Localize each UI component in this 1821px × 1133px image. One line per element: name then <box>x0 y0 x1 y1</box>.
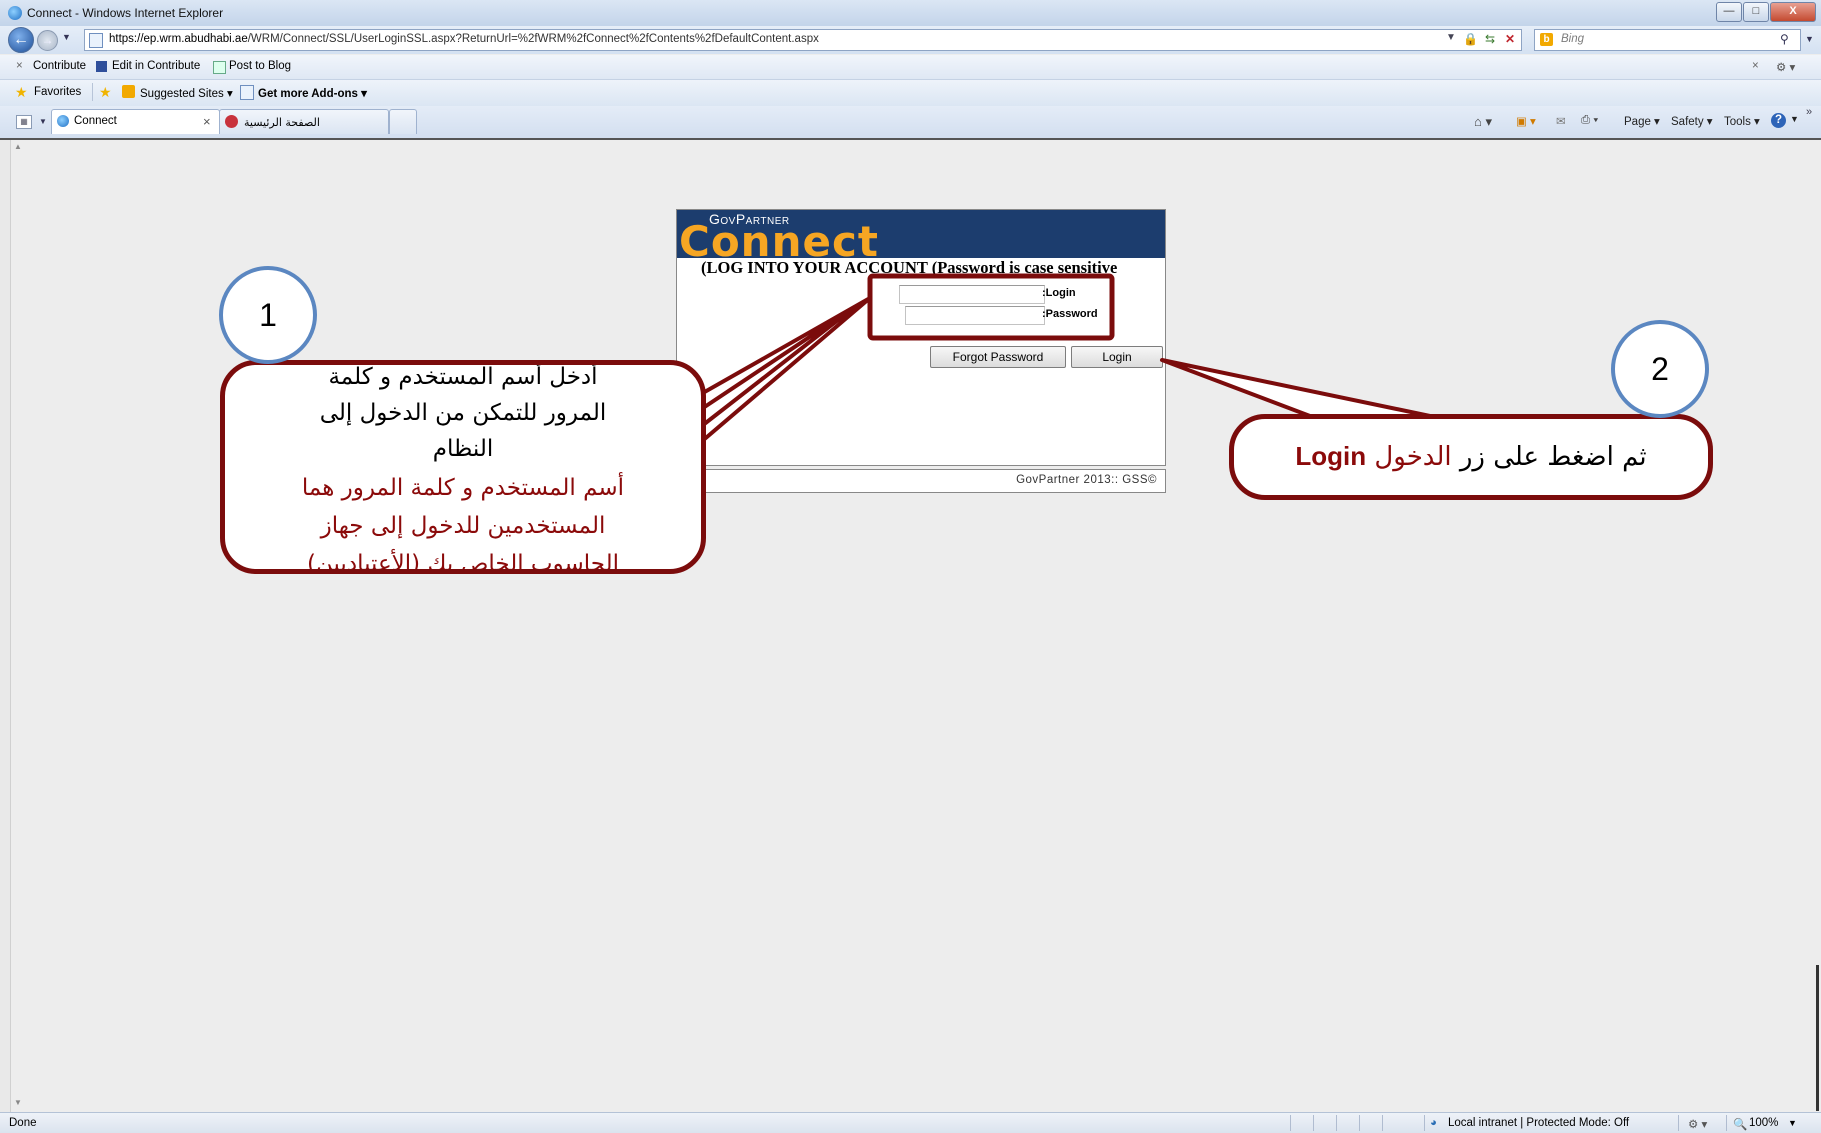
highlight-login-fields <box>867 273 1115 341</box>
callout-step1-text: أدخل أسم المستخدم و كلمة المرور للتمكن م… <box>225 365 701 569</box>
zoom-icon: 🔍 <box>1733 1119 1748 1131</box>
step1-note-line1: أسم المستخدم و كلمة المرور هما <box>301 475 625 501</box>
intranet-globe-icon: ◕ <box>1430 1117 1437 1129</box>
status-divider <box>1336 1115 1337 1131</box>
step2-number-badge: 2 <box>1611 320 1709 418</box>
zoom-dropdown-icon[interactable]: ▼ <box>1788 1118 1797 1128</box>
step1-note-line2: المستخدمين للدخول إلى جهاز <box>320 513 606 539</box>
status-divider <box>1359 1115 1360 1131</box>
status-text: Done <box>9 1117 37 1129</box>
callout-step1: أدخل أسم المستخدم و كلمة المرور للتمكن م… <box>220 360 706 574</box>
callout2-pointer <box>1160 358 1432 418</box>
security-zone-text[interactable]: Local intranet | Protected Mode: Off <box>1448 1117 1629 1129</box>
step1-note: أسم المستخدم و كلمة المرور هما المستخدمي… <box>225 469 701 569</box>
step1-instructions: أدخل أسم المستخدم و كلمة المرور للتمكن م… <box>225 365 701 467</box>
step1-number-badge: 1 <box>219 266 317 364</box>
status-divider <box>1424 1115 1425 1131</box>
callout-step2: ثم اضغط على زر الدخول Login <box>1229 414 1713 500</box>
step1-line1: أدخل أسم المستخدم و كلمة <box>328 365 598 390</box>
status-divider <box>1678 1115 1679 1131</box>
status-divider <box>1726 1115 1727 1131</box>
protected-mode-icon[interactable]: ⚙ ▾ <box>1688 1117 1707 1131</box>
step2-login-word: Login <box>1295 441 1367 471</box>
step1-note-line3: الحاسوب الخاص بك (الأعتياديين) <box>307 551 619 569</box>
step2-text: ثم اضغط على زر <box>1459 442 1647 472</box>
status-divider <box>1290 1115 1291 1131</box>
zoom-level[interactable]: 100% <box>1749 1117 1778 1129</box>
callout1-pointer <box>692 296 872 450</box>
status-bar: Done ◕ Local intranet | Protected Mode: … <box>0 1112 1821 1133</box>
step2-instruction: ثم اضغط على زر الدخول Login <box>1234 439 1708 474</box>
step1-line3: النظام <box>432 436 494 462</box>
status-divider <box>1313 1115 1314 1131</box>
step2-red-text: الدخول <box>1374 442 1452 472</box>
step1-line2: المرور للتمكن من الدخول إلى <box>319 400 607 426</box>
status-divider <box>1382 1115 1383 1131</box>
